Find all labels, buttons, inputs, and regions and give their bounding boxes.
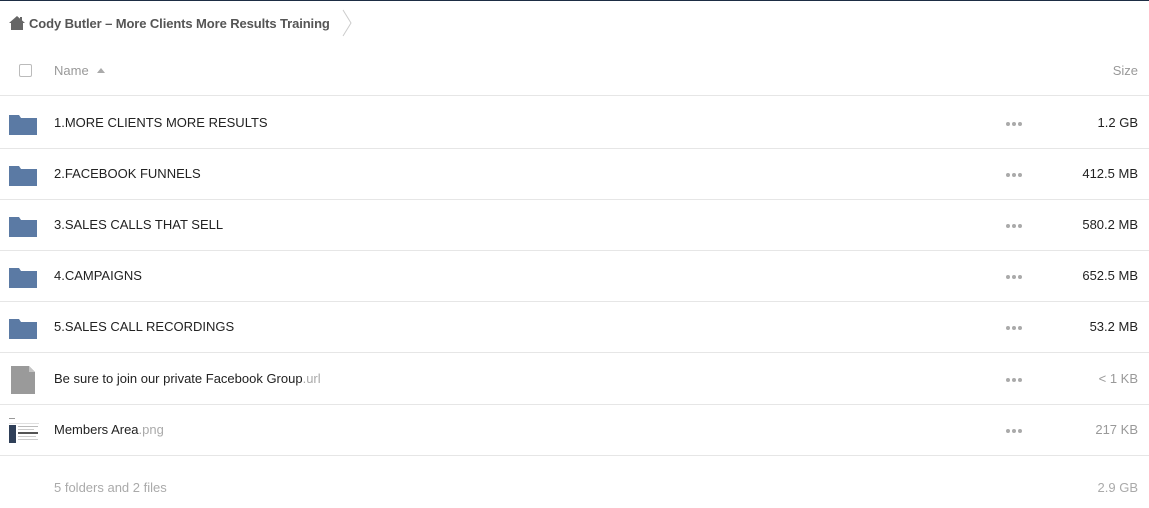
top-border (0, 0, 1149, 1)
table-row[interactable]: Be sure to join our private Facebook Gro… (0, 353, 1149, 405)
more-actions-icon[interactable] (1006, 429, 1022, 433)
file-size: 580.2 MB (1082, 217, 1138, 232)
table-row[interactable]: 1.MORE CLIENTS MORE RESULTS 1.2 GB (0, 97, 1149, 149)
more-actions-icon[interactable] (1006, 326, 1022, 330)
more-actions-icon[interactable] (1006, 224, 1022, 228)
size-column-header[interactable]: Size (1113, 63, 1138, 78)
file-name[interactable]: Members Area.png (54, 422, 164, 437)
more-actions-icon[interactable] (1006, 275, 1022, 279)
more-actions-icon[interactable] (1006, 173, 1022, 177)
file-size: 1.2 GB (1097, 115, 1138, 130)
table-row[interactable]: Members Area.png 217 KB (0, 404, 1149, 456)
more-actions-icon[interactable] (1006, 122, 1022, 126)
sort-ascending-icon (96, 68, 105, 73)
table-header: Name Size (0, 46, 1149, 96)
table-row[interactable]: 3.SALES CALLS THAT SELL 580.2 MB (0, 199, 1149, 251)
file-size: 652.5 MB (1082, 268, 1138, 283)
file-name[interactable]: 2.FACEBOOK FUNNELS (54, 166, 201, 181)
folder-icon (8, 109, 38, 139)
file-size: 53.2 MB (1089, 319, 1138, 334)
file-icon (8, 365, 38, 395)
more-actions-icon[interactable] (1006, 378, 1022, 382)
folder-file-summary: 5 folders and 2 files (54, 480, 167, 495)
file-size: < 1 KB (1098, 371, 1138, 386)
folder-icon (8, 211, 38, 241)
file-size: 412.5 MB (1082, 166, 1138, 181)
file-name[interactable]: 3.SALES CALLS THAT SELL (54, 217, 223, 232)
breadcrumb: Cody Butler – More Clients More Results … (0, 6, 352, 40)
total-size: 2.9 GB (1097, 480, 1138, 495)
file-name[interactable]: 5.SALES CALL RECORDINGS (54, 319, 234, 334)
table-row[interactable]: 2.FACEBOOK FUNNELS 412.5 MB (0, 148, 1149, 200)
chevron-right-icon (342, 9, 352, 37)
folder-icon (8, 262, 38, 292)
table-footer: 5 folders and 2 files 2.9 GB (0, 458, 1149, 508)
file-name[interactable]: 4.CAMPAIGNS (54, 268, 142, 283)
select-all-checkbox[interactable] (19, 64, 32, 77)
name-header-label: Name (54, 63, 89, 78)
home-icon[interactable] (9, 16, 25, 30)
table-row[interactable]: 4.CAMPAIGNS 652.5 MB (0, 250, 1149, 302)
folder-icon (8, 313, 38, 343)
file-name[interactable]: Be sure to join our private Facebook Gro… (54, 371, 321, 386)
image-thumbnail-icon (8, 416, 40, 446)
breadcrumb-current[interactable]: Cody Butler – More Clients More Results … (29, 16, 330, 31)
file-name[interactable]: 1.MORE CLIENTS MORE RESULTS (54, 115, 268, 130)
name-column-header[interactable]: Name (54, 63, 105, 78)
file-size: 217 KB (1095, 422, 1138, 437)
folder-icon (8, 160, 38, 190)
table-row[interactable]: 5.SALES CALL RECORDINGS 53.2 MB (0, 301, 1149, 353)
